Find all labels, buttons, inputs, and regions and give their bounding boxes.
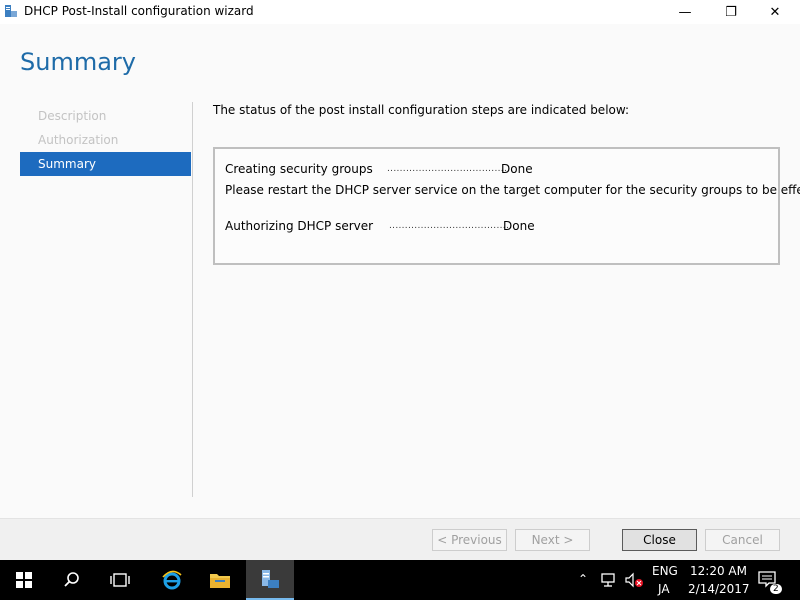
server-manager-icon <box>262 570 279 588</box>
windows-logo-icon <box>16 572 32 588</box>
close-window-button[interactable]: ✕ <box>752 0 798 24</box>
nav-item-authorization: Authorization <box>38 133 119 147</box>
close-button[interactable]: Close <box>622 529 697 551</box>
window-title: DHCP Post-Install configuration wizard <box>24 4 254 18</box>
network-icon[interactable] <box>600 572 618 591</box>
step-dots: ........................................ <box>387 164 514 174</box>
task-view-button[interactable] <box>96 560 144 600</box>
nav-item-description: Description <box>38 109 107 123</box>
server-manager-icon <box>4 4 18 18</box>
intro-text: The status of the post install configura… <box>213 103 630 117</box>
page-title: Summary <box>20 48 136 76</box>
wizard-window: DHCP Post-Install configuration wizard —… <box>0 0 800 560</box>
internet-explorer-button[interactable] <box>148 560 196 600</box>
next-button[interactable]: Next > <box>515 529 590 551</box>
step-dots: ........................................ <box>389 221 516 231</box>
step-label: Creating security groups <box>225 162 373 176</box>
language-indicator[interactable]: ENG <box>652 564 678 578</box>
wizard-nav: Description Authorization Summary <box>20 104 191 176</box>
step-message: Please restart the DHCP server service o… <box>225 183 800 197</box>
clock-time[interactable]: 12:20 AM <box>690 564 747 578</box>
taskbar: ⌃ ENG JA 12:20 AM 2/14/2017 2 <box>0 560 800 600</box>
server-manager-taskbar-button[interactable] <box>246 560 294 600</box>
ime-indicator[interactable]: JA <box>658 582 670 596</box>
nav-divider <box>192 102 193 497</box>
status-box: Creating security groups ...............… <box>213 147 800 265</box>
volume-muted-icon[interactable] <box>624 572 644 591</box>
notification-count-badge: 2 <box>770 584 782 594</box>
restore-button[interactable]: ❐ <box>708 0 754 24</box>
search-icon <box>64 572 79 587</box>
task-view-icon <box>110 573 130 587</box>
step-status: Done <box>503 219 535 233</box>
wizard-footer: < Previous Next > Close Cancel <box>0 518 800 560</box>
search-button[interactable] <box>48 560 96 600</box>
step-label: Authorizing DHCP server <box>225 219 374 233</box>
internet-explorer-icon <box>162 570 182 590</box>
title-bar[interactable]: DHCP Post-Install configuration wizard —… <box>0 0 800 24</box>
minimize-button[interactable]: — <box>662 0 708 24</box>
folder-icon <box>210 574 230 588</box>
start-button[interactable] <box>0 560 48 600</box>
step-status: Done <box>501 162 533 176</box>
file-explorer-button[interactable] <box>196 560 244 600</box>
clock-date[interactable]: 2/14/2017 <box>688 582 750 596</box>
previous-button[interactable]: < Previous <box>432 529 507 551</box>
chevron-up-icon[interactable]: ⌃ <box>578 572 588 586</box>
cancel-button[interactable]: Cancel <box>705 529 780 551</box>
nav-item-summary[interactable]: Summary <box>20 152 191 176</box>
